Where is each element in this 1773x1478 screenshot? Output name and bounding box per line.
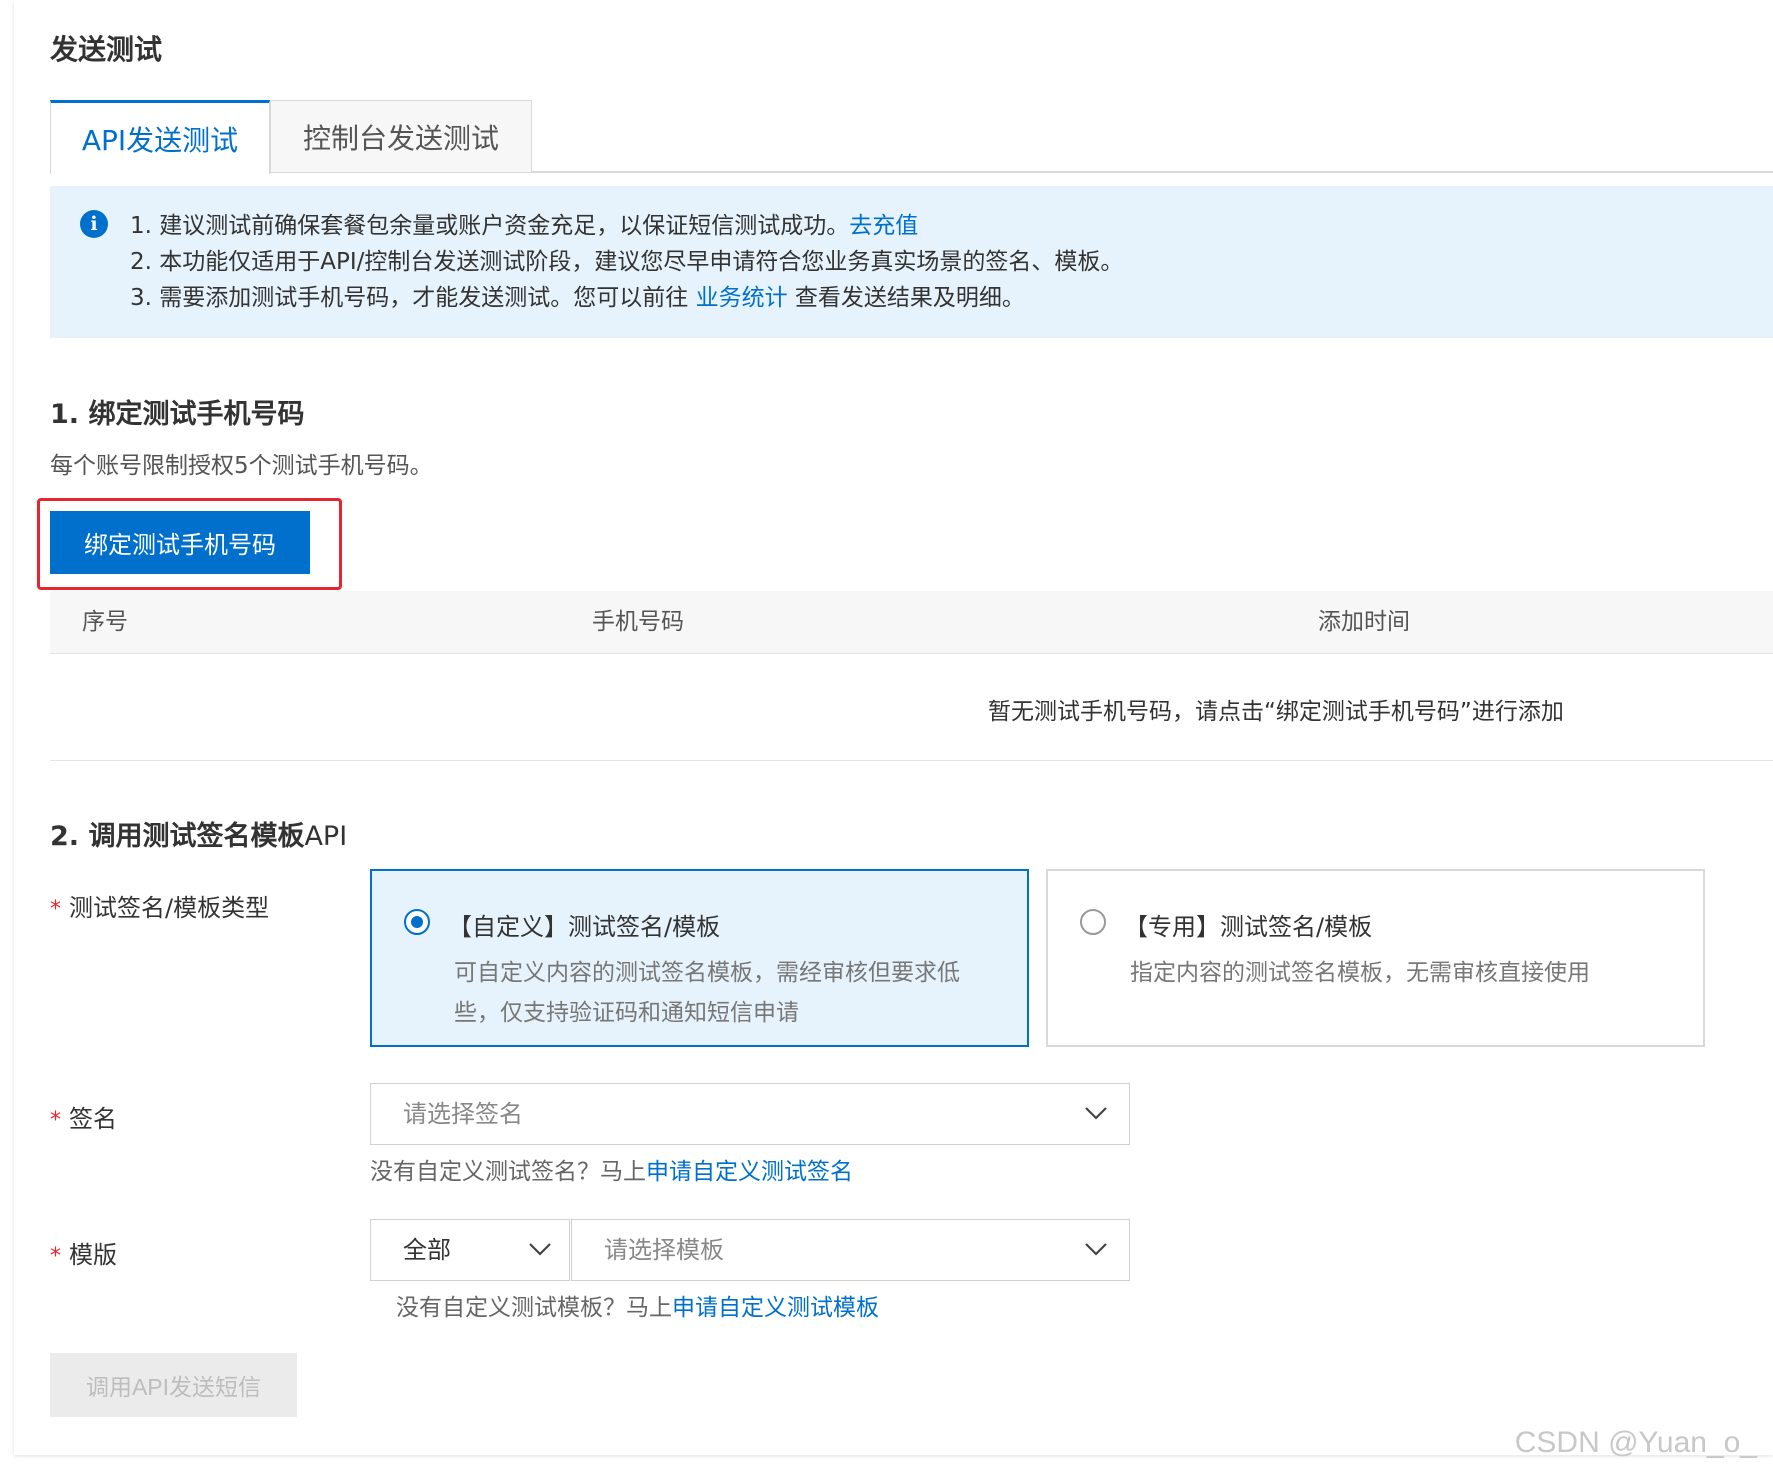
tab-console-send-test[interactable]: 控制台发送测试	[270, 100, 532, 172]
template-label: * 模版	[50, 1235, 117, 1270]
required-mark: *	[50, 897, 61, 922]
template-filter-value: 全部	[403, 1236, 451, 1264]
type-label-text: 测试签名/模板类型	[69, 894, 270, 922]
call-api-send-button[interactable]: 调用API发送短信	[50, 1353, 297, 1417]
template-help: 没有自定义测试模板？马上申请自定义测试模板	[396, 1288, 879, 1322]
sign-help: 没有自定义测试签名？马上申请自定义测试签名	[370, 1152, 853, 1186]
radio-unselected[interactable]	[1080, 909, 1106, 935]
bind-phone-button[interactable]: 绑定测试手机号码	[50, 511, 310, 574]
template-select-placeholder: 请选择模板	[604, 1236, 724, 1264]
section2-title-api: API	[304, 821, 348, 852]
phone-table-header: 序号 手机号码 添加时间	[50, 591, 1773, 654]
type-custom-title: 【自定义】测试签名/模板	[448, 913, 721, 941]
type-dedicated-title: 【专用】测试签名/模板	[1124, 913, 1373, 941]
sign-label-text: 签名	[69, 1105, 117, 1133]
business-stats-link[interactable]: 业务统计	[696, 285, 788, 311]
template-filter-select[interactable]: 全部	[370, 1219, 570, 1281]
sign-select-placeholder: 请选择签名	[403, 1100, 523, 1128]
section2-title: 2. 调用测试签名模板API	[50, 814, 347, 853]
tab-api-send-test[interactable]: API发送测试	[50, 100, 270, 174]
sign-help-text: 没有自定义测试签名？马上	[370, 1159, 646, 1185]
chevron-down-icon	[529, 1243, 551, 1256]
page-title: 发送测试	[50, 33, 163, 66]
required-mark: *	[50, 1244, 61, 1269]
section1-desc: 每个账号限制授权5个测试手机号码。	[50, 453, 433, 479]
notice-text-3b: 查看发送结果及明细。	[787, 285, 1025, 311]
column-index: 序号	[82, 609, 128, 635]
notice-banner: i 1. 建议测试前确保套餐包余量或账户资金充足，以保证短信测试成功。去充值 2…	[50, 186, 1773, 338]
type-dedicated-desc: 指定内容的测试签名模板，无需审核直接使用	[1130, 960, 1590, 986]
chevron-down-icon	[1085, 1107, 1107, 1120]
template-help-text: 没有自定义测试模板？马上	[396, 1295, 672, 1321]
required-mark: *	[50, 1108, 61, 1133]
section2-title-bold: 2. 调用测试签名模板	[50, 821, 305, 852]
apply-custom-template-link[interactable]: 申请自定义测试模板	[672, 1295, 879, 1321]
watermark: CSDN @Yuan_o_	[1514, 1426, 1757, 1459]
type-option-custom[interactable]: 【自定义】测试签名/模板 可自定义内容的测试签名模板，需经审核但要求低些，仅支持…	[370, 869, 1029, 1047]
notice-line-3: 3. 需要添加测试手机号码，才能发送测试。您可以前往 业务统计 查看发送结果及明…	[130, 278, 1025, 312]
sign-label: * 签名	[50, 1099, 117, 1134]
notice-text-1: 1. 建议测试前确保套餐包余量或账户资金充足，以保证短信测试成功。	[130, 213, 850, 239]
recharge-link[interactable]: 去充值	[849, 213, 918, 239]
type-option-dedicated[interactable]: 【专用】测试签名/模板 指定内容的测试签名模板，无需审核直接使用	[1046, 869, 1705, 1047]
section1-title: 1. 绑定测试手机号码	[50, 399, 305, 430]
info-icon: i	[80, 210, 108, 238]
column-phone: 手机号码	[592, 609, 684, 635]
notice-line-2: 2. 本功能仅适用于API/控制台发送测试阶段，建议您尽早申请符合您业务真实场景…	[130, 249, 1124, 275]
empty-message: 暂无测试手机号码，请点击“绑定测试手机号码”进行添加	[988, 699, 1564, 725]
notice-text-3a: 3. 需要添加测试手机号码，才能发送测试。您可以前往	[130, 285, 696, 311]
notice-line-1: 1. 建议测试前确保套餐包余量或账户资金充足，以保证短信测试成功。去充值	[130, 206, 918, 240]
chevron-down-icon	[1085, 1243, 1107, 1256]
apply-custom-sign-link[interactable]: 申请自定义测试签名	[646, 1159, 853, 1185]
sign-select[interactable]: 请选择签名	[370, 1083, 1130, 1145]
phone-table-empty: 暂无测试手机号码，请点击“绑定测试手机号码”进行添加	[50, 654, 1773, 761]
radio-selected[interactable]	[404, 909, 430, 935]
template-label-text: 模版	[69, 1241, 117, 1269]
template-select[interactable]: 请选择模板	[571, 1219, 1130, 1281]
type-custom-desc: 可自定义内容的测试签名模板，需经审核但要求低些，仅支持验证码和通知短信申请	[454, 960, 960, 1026]
column-added-time: 添加时间	[1318, 609, 1410, 635]
type-label: * 测试签名/模板类型	[50, 888, 269, 923]
